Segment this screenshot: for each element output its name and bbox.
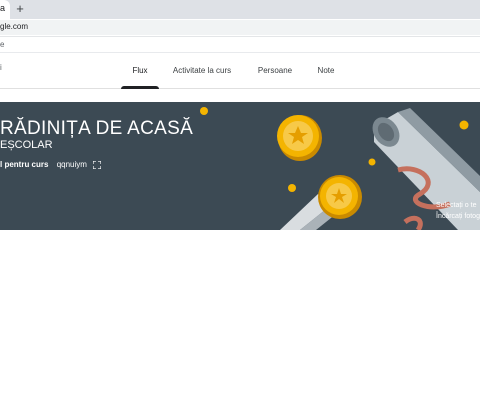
course-subtitle: EȘCOLAR	[0, 139, 53, 151]
class-code-value: qqnuiym	[56, 160, 87, 169]
coin-dot	[200, 107, 208, 115]
tab-activitate-la-curs[interactable]: Activitate la curs	[166, 53, 238, 89]
tab-persoane[interactable]: Persoane	[251, 53, 299, 89]
new-tab-button[interactable]: +	[13, 1, 27, 17]
bookmark-item[interactable]: e	[0, 40, 4, 49]
coin-dot	[459, 120, 469, 130]
address-bar[interactable]: gle.com	[0, 20, 480, 35]
browser-tab-strip: a +	[0, 0, 480, 19]
bookmarks-bar: e	[0, 37, 480, 53]
course-title: RĂDINIȚA DE ACASĂ	[0, 118, 194, 139]
upload-photo-link[interactable]: Încărcați fotogr	[436, 211, 480, 222]
tab-note[interactable]: Note	[310, 53, 342, 89]
expand-icon[interactable]	[93, 160, 102, 169]
coin-dot	[288, 184, 296, 192]
address-bar-url: gle.com	[0, 22, 29, 31]
theme-links: Selectați o te Încărcați fotogr	[436, 200, 480, 222]
browser-tab[interactable]: a	[0, 0, 10, 19]
coin-icon	[277, 115, 322, 161]
classroom-header: i Flux Activitate la curs Persoane Note	[0, 53, 480, 89]
coin-dot	[368, 158, 376, 166]
trophy-icon	[280, 175, 362, 230]
tab-flux[interactable]: Flux	[121, 53, 159, 89]
browser-toolbar: gle.com	[0, 19, 480, 37]
class-code-row: l pentru curs qqnuiym	[0, 160, 102, 169]
select-theme-link[interactable]: Selectați o te	[436, 200, 480, 211]
browser-tab-title: a	[0, 3, 6, 13]
course-banner: RĂDINIȚA DE ACASĂ EȘCOLAR l pentru curs …	[0, 102, 480, 230]
menu-icon[interactable]: i	[0, 63, 2, 72]
class-code-label: l pentru curs	[0, 160, 49, 169]
